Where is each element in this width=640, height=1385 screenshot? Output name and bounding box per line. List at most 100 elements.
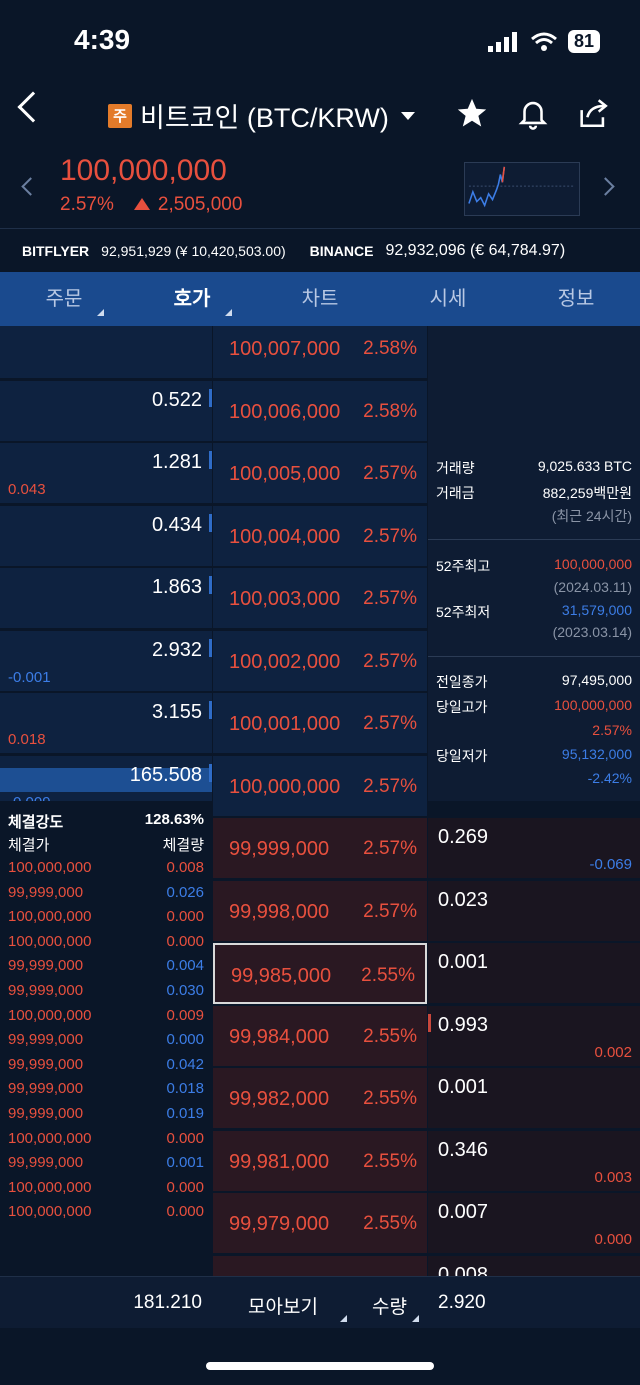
info-value: 100,000,000 xyxy=(554,556,632,572)
tab-quotes[interactable]: 시세 xyxy=(384,272,512,326)
ask-price-row[interactable]: 100,001,000 2.57% xyxy=(213,693,427,754)
tab-orderbook[interactable]: 호가 xyxy=(128,272,256,326)
trade-row: 99,999,000 0.018 xyxy=(8,1080,204,1097)
bid-qty: 0.346 xyxy=(438,1138,489,1161)
trade-price: 100,000,000 xyxy=(8,932,92,950)
bid-qty: 0.993 xyxy=(438,1013,489,1036)
qty-mode-button[interactable]: 수량 xyxy=(372,1292,407,1319)
dropdown-corner-icon xyxy=(97,309,104,316)
group-view-button[interactable]: 모아보기 xyxy=(248,1292,318,1319)
bid-pct: 2.57% xyxy=(363,838,417,859)
trade-history: 체결강도 128.63% 체결가 체결량 100,000,000 0.008 99,99… xyxy=(0,801,212,1276)
order-book: 0.522 1.281 0.043 0.434 1.863 2.932 -0.001 3.15… xyxy=(0,326,640,1276)
bid-row[interactable]: 0.008 xyxy=(428,1255,640,1276)
tab-label: 호가 xyxy=(173,288,211,310)
bid-row[interactable]: 0.007 0.000 xyxy=(428,1193,640,1254)
share-icon[interactable] xyxy=(576,96,610,130)
ask-row[interactable]: 2.932 -0.001 xyxy=(0,630,212,692)
tab-label: 정보 xyxy=(557,288,595,310)
bid-delta: 0.003 xyxy=(594,1168,632,1186)
bid-qty: 0.023 xyxy=(438,888,489,911)
bid-qty: 0.007 xyxy=(438,1201,489,1223)
bid-price-row[interactable]: 99,998,000 2.57% xyxy=(213,880,427,942)
trade-qty: 0.000 xyxy=(166,1031,204,1049)
info-value: 100,000,000 xyxy=(554,697,632,713)
next-coin-icon[interactable] xyxy=(596,177,615,196)
ask-pct: 2.57% xyxy=(363,713,417,734)
info-label: 52주최저 xyxy=(436,604,491,620)
info-value: 9,025.633 BTC xyxy=(537,458,632,474)
ask-price-row[interactable]: 100,005,000 2.57% xyxy=(213,443,427,504)
ask-price: 100,002,000 xyxy=(229,650,341,673)
trade-price: 99,999,000 xyxy=(8,1031,84,1049)
tab-info[interactable]: 정보 xyxy=(512,272,640,326)
trade-row: 100,000,000 0.000 xyxy=(8,1130,204,1147)
bid-row[interactable]: 0.023 xyxy=(428,880,640,942)
status-icons: 81 xyxy=(487,30,600,53)
info-note: (2024.03.11) xyxy=(553,579,632,595)
coin-selector[interactable]: 주 비트코인 (BTC/KRW) xyxy=(108,96,415,135)
trade-row: 99,999,000 0.019 xyxy=(8,1105,204,1122)
bid-row[interactable]: 0.001 xyxy=(428,943,640,1004)
ask-row[interactable]: 0.522 xyxy=(0,380,212,442)
trade-row: 99,999,000 0.000 xyxy=(8,1031,204,1048)
bid-price-row[interactable]: 99,979,000 2.55% xyxy=(213,1193,427,1254)
bid-delta: 0.000 xyxy=(594,1231,632,1248)
trade-qty: 0.030 xyxy=(166,982,204,999)
bid-price-row[interactable]: 99,981,000 2.55% xyxy=(213,1130,427,1192)
trade-price: 100,000,000 xyxy=(8,859,92,876)
ask-depth-bar xyxy=(209,701,212,719)
ask-price-row[interactable]: 100,006,000 2.58% xyxy=(213,380,427,442)
trade-header: 체결가 체결량 xyxy=(8,834,204,855)
bid-price-row[interactable]: 99,982,000 2.55% xyxy=(213,1068,427,1129)
trade-qty: 0.019 xyxy=(166,1105,204,1122)
bid-pct: 2.55% xyxy=(363,1025,417,1047)
trade-price-header: 체결가 xyxy=(8,837,50,854)
back-icon[interactable] xyxy=(17,91,49,123)
ask-price-row[interactable]: 100,000,000 2.57% xyxy=(213,755,427,817)
prev-coin-icon[interactable] xyxy=(21,177,40,196)
info-label: 52주최고 xyxy=(436,558,491,574)
bid-price-row[interactable]: 99,999,000 2.57% xyxy=(213,818,427,879)
bid-row[interactable]: 0.993 0.002 xyxy=(428,1005,640,1067)
info-value: 2.57% xyxy=(592,722,632,738)
ask-price-row[interactable]: 100,007,000 2.58% xyxy=(213,326,427,379)
info-note: (최근 24시간) xyxy=(551,508,632,524)
bid-row[interactable]: 0.346 0.003 xyxy=(428,1130,640,1192)
chevron-down-icon xyxy=(400,111,415,120)
trade-price: 100,000,000 xyxy=(8,908,92,926)
tab-order[interactable]: 주문 xyxy=(0,272,128,326)
info-52w-high: 52주최고 100,000,000 xyxy=(436,556,632,576)
trade-row: 100,000,000 0.000 xyxy=(8,1203,204,1220)
tab-chart[interactable]: 차트 xyxy=(256,272,384,326)
home-indicator xyxy=(206,1362,434,1370)
ask-pct: 2.57% xyxy=(363,525,417,547)
ask-row[interactable]: 0.434 xyxy=(0,505,212,567)
ask-total: 181.210 xyxy=(133,1292,202,1313)
ask-price-row[interactable]: 100,004,000 2.57% xyxy=(213,505,427,567)
ask-price-row[interactable]: 100,002,000 2.57% xyxy=(213,630,427,692)
trade-row: 99,999,000 0.042 xyxy=(8,1056,204,1073)
mini-chart[interactable] xyxy=(464,162,580,216)
trade-qty: 0.008 xyxy=(166,859,204,876)
star-icon[interactable] xyxy=(454,96,490,130)
dropdown-corner-icon xyxy=(225,309,232,316)
bid-price-row[interactable]: 99,970,0002.54% xyxy=(213,1255,427,1276)
bid-row[interactable]: 0.001 xyxy=(428,1068,640,1129)
info-prev-close: 전일종가 97,495,000 xyxy=(436,672,632,692)
ask-price-row[interactable]: 100,003,000 2.57% xyxy=(213,568,427,629)
bid-price-row[interactable]: 99,984,000 2.55% xyxy=(213,1005,427,1067)
ask-row[interactable] xyxy=(0,326,212,379)
bid-row[interactable]: 0.269 -0.069 xyxy=(428,818,640,879)
price-change: 2.57% 2,505,000 xyxy=(60,194,242,216)
ask-row[interactable]: 1.281 0.043 xyxy=(0,443,212,504)
signal-icon xyxy=(487,31,517,52)
divider xyxy=(428,539,640,540)
bell-icon[interactable] xyxy=(516,96,550,130)
selected-price-row[interactable]: 99,985,000 2.55% xyxy=(213,943,427,1004)
ask-row[interactable]: 3.155 0.018 xyxy=(0,693,212,754)
status-bar: 4:39 81 xyxy=(0,0,640,86)
trade-price: 99,999,000 xyxy=(8,1055,84,1073)
ask-depth-bar xyxy=(209,576,212,594)
ask-row[interactable]: 1.863 xyxy=(0,568,212,629)
